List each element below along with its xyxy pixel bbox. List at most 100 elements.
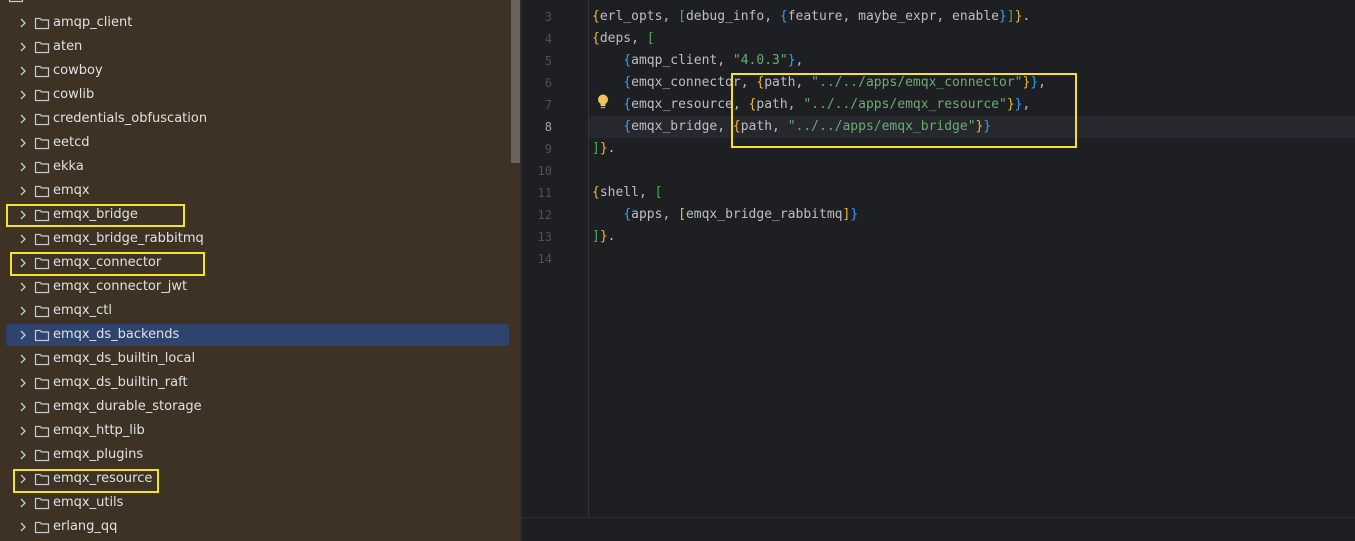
tree-row-emqx-resource[interactable]: emqx_resource [6, 468, 509, 490]
tree-row-emqx-http-lib[interactable]: emqx_http_lib [6, 420, 509, 442]
tree-row-amqp-client[interactable]: amqp_client [6, 12, 509, 34]
line-number: 10 [537, 164, 552, 178]
chevron-right-icon[interactable] [17, 209, 29, 221]
code-line-8[interactable]: {emqx_bridge, {path, "../../apps/emqx_br… [592, 116, 991, 138]
tree-row-emqx-ds-builtin-local[interactable]: emqx_ds_builtin_local [6, 348, 509, 370]
code-line-13[interactable]: ]}. [592, 226, 615, 248]
code-token: emqx_connector, [631, 75, 757, 90]
tree-item-label: emqx_ds_backends [53, 327, 180, 342]
chevron-right-icon[interactable] [17, 65, 29, 77]
code-line-12[interactable]: {apps, [emqx_bridge_rabbitmq]} [592, 204, 858, 226]
bracket: } [983, 119, 992, 134]
chevron-right-icon[interactable] [17, 353, 29, 365]
bracket: [ [646, 31, 655, 46]
project-tree[interactable]: lib amqp_client aten cowboy cowlib crede… [0, 0, 520, 541]
tree-item-label: emqx_utils [53, 495, 124, 510]
bracket: { [592, 31, 600, 46]
chevron-right-icon[interactable] [17, 41, 29, 53]
code-token: , [795, 53, 804, 68]
tree-row-emqx-bridge[interactable]: emqx_bridge [6, 204, 509, 226]
chevron-right-icon[interactable] [17, 425, 29, 437]
bracket: [ [678, 9, 686, 24]
tree-row-cowlib[interactable]: cowlib [6, 84, 509, 106]
tree-item-label: emqx_bridge [53, 207, 138, 222]
line-number-gutter[interactable]: 3 4 5 6 7 8 9 10 11 12 13 14 [522, 0, 588, 517]
bracket: { [623, 97, 632, 112]
chevron-right-icon[interactable] [17, 329, 29, 341]
code-line-11[interactable]: {shell, [ [592, 182, 662, 204]
code-token: . [607, 141, 616, 156]
bracket: { [623, 53, 632, 68]
folder-icon [34, 112, 50, 126]
chevron-right-icon[interactable] [17, 401, 29, 413]
folder-icon [34, 64, 50, 78]
folder-icon [34, 448, 50, 462]
tree-scrollbar[interactable] [511, 0, 520, 163]
tree-row-emqx-utils[interactable]: emqx_utils [6, 492, 509, 514]
line-number: 14 [537, 252, 552, 266]
code-token: . [607, 229, 616, 244]
code-line-5[interactable]: {amqp_client, "4.0.3"}, [592, 50, 803, 72]
chevron-right-icon[interactable] [17, 281, 29, 293]
code-token: amqp_client, [631, 53, 733, 68]
chevron-right-icon[interactable] [17, 521, 29, 533]
tree-row-emqx[interactable]: emqx [6, 180, 509, 202]
chevron-right-icon[interactable] [17, 161, 29, 173]
tree-row-cowboy[interactable]: cowboy [6, 60, 509, 82]
chevron-right-icon[interactable] [17, 449, 29, 461]
chevron-right-icon[interactable] [17, 305, 29, 317]
line-number: 13 [537, 230, 552, 244]
tree-row-emqx-ctl[interactable]: emqx_ctl [6, 300, 509, 322]
editor-bottom-bar [522, 517, 1355, 541]
code-line-9[interactable]: ]}. [592, 138, 615, 160]
code-editor[interactable]: 3 4 5 6 7 8 9 10 11 12 13 14 {erl_opts, … [522, 0, 1355, 541]
string-literal: "../../apps/emqx_resource" [803, 97, 1007, 112]
tree-item-label: emqx_plugins [53, 447, 144, 462]
line-number: 3 [544, 10, 552, 24]
tree-row-emqx-ds-builtin-raft[interactable]: emqx_ds_builtin_raft [6, 372, 509, 394]
code-line-7[interactable]: {emqx_resource, {path, "../../apps/emqx_… [592, 94, 1030, 116]
tree-row-emqx-connector[interactable]: emqx_connector [6, 252, 509, 274]
code-line-3[interactable]: {erl_opts, [debug_info, {feature, maybe_… [592, 6, 1030, 28]
tree-item-label: cowlib [53, 87, 95, 102]
tree-row-erlang-qq[interactable]: erlang_qq [6, 516, 509, 538]
folder-icon [34, 352, 50, 366]
chevron-right-icon[interactable] [17, 377, 29, 389]
tree-row-emqx-durable-storage[interactable]: emqx_durable_storage [6, 396, 509, 418]
folder-icon [34, 400, 50, 414]
chevron-right-icon[interactable] [17, 233, 29, 245]
string-literal: "../../apps/emqx_connector" [811, 75, 1023, 90]
code-token: path, [764, 75, 812, 90]
chevron-right-icon[interactable] [17, 473, 29, 485]
tree-row-credentials-obfuscation[interactable]: credentials_obfuscation [6, 108, 509, 130]
tree-item-label: credentials_obfuscation [53, 111, 208, 126]
folder-icon [34, 16, 50, 30]
tree-row-aten[interactable]: aten [6, 36, 509, 58]
chevron-right-icon[interactable] [17, 185, 29, 197]
code-line-6[interactable]: {emqx_connector, {path, "../../apps/emqx… [592, 72, 1046, 94]
chevron-right-icon[interactable] [17, 257, 29, 269]
chevron-right-icon[interactable] [17, 89, 29, 101]
tree-item-label: erlang_qq [53, 519, 118, 534]
tree-row-emqx-plugins[interactable]: emqx_plugins [6, 444, 509, 466]
chevron-right-icon[interactable] [17, 17, 29, 29]
chevron-right-icon[interactable] [17, 497, 29, 509]
tree-row-ekka[interactable]: ekka [6, 156, 509, 178]
tree-row-eetcd[interactable]: eetcd [6, 132, 509, 154]
tree-item-label: emqx_connector [53, 255, 162, 270]
tree-row-lib[interactable]: lib [0, 0, 200, 7]
tree-item-label: eetcd [53, 135, 90, 150]
tree-row-emqx-connector-jwt[interactable]: emqx_connector_jwt [6, 276, 509, 298]
tree-row-emqx-bridge-rabbitmq[interactable]: emqx_bridge_rabbitmq [6, 228, 509, 250]
chevron-right-icon[interactable] [17, 137, 29, 149]
bracket: } [1030, 75, 1039, 90]
tree-row-emqx-ds-backends[interactable]: emqx_ds_backends [6, 324, 509, 346]
code-line-4[interactable]: {deps, [ [592, 28, 655, 50]
folder-icon [34, 472, 50, 486]
chevron-right-icon[interactable] [17, 113, 29, 125]
line-number-current: 8 [544, 120, 552, 134]
line-number: 5 [544, 54, 552, 68]
bracket: { [779, 9, 788, 24]
tree-item-label: emqx_connector_jwt [53, 279, 188, 294]
